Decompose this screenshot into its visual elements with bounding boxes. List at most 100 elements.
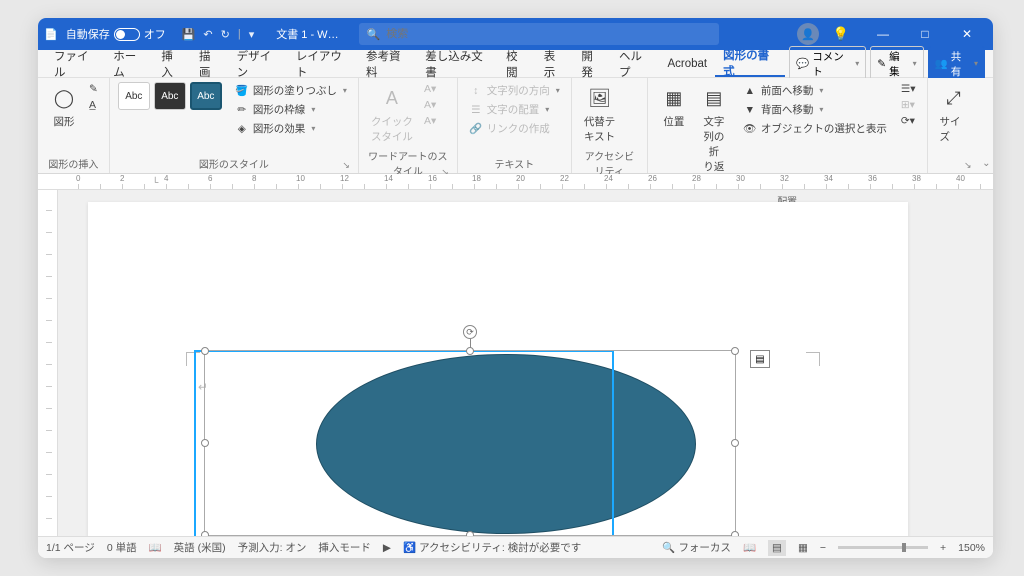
language-status[interactable]: 英語 (米国) xyxy=(174,540,226,555)
tab-acrobat[interactable]: Acrobat xyxy=(659,50,715,77)
document-area: ↵ ⟳ ▤ xyxy=(38,190,993,536)
rotate-handle[interactable]: ⟳ xyxy=(463,325,477,339)
autosave-label: 自動保存 xyxy=(66,26,110,42)
tab-shape-format[interactable]: 図形の書式 xyxy=(715,50,785,77)
tab-references[interactable]: 参考資料 xyxy=(358,50,417,77)
resize-handle-s[interactable] xyxy=(466,531,474,536)
comments-button[interactable]: 💬 コメント▾ xyxy=(789,46,866,82)
align-text-button: ☰文字の配置▾ xyxy=(466,101,563,118)
word-count[interactable]: 0 単語 xyxy=(107,540,137,555)
shape-effects-button[interactable]: ◈図形の効果▾ xyxy=(232,120,350,137)
print-layout-icon[interactable]: ▤ xyxy=(768,540,786,556)
resize-handle-ne[interactable] xyxy=(731,347,739,355)
qat-more-icon[interactable]: ▾ xyxy=(249,28,255,41)
spellcheck-icon[interactable]: 📖 xyxy=(149,541,162,554)
zoom-slider[interactable] xyxy=(838,546,928,549)
predictive-input[interactable]: 予測入力: オン xyxy=(238,540,307,555)
tab-layout[interactable]: レイアウト xyxy=(288,50,358,77)
margin-corner-tl xyxy=(186,352,200,366)
group-label: 図形の挿入 xyxy=(48,160,98,171)
accessibility-status[interactable]: ♿ アクセシビリティ: 検討が必要です xyxy=(403,540,581,555)
search-box[interactable]: 🔍 xyxy=(359,23,719,45)
user-avatar[interactable]: 👤 xyxy=(797,23,819,45)
dialog-launcher-icon[interactable]: ↘ xyxy=(342,160,350,171)
selection-pane-button[interactable]: 👁オブジェクトの選択と表示 xyxy=(740,120,890,137)
tab-home[interactable]: ホーム xyxy=(105,50,153,77)
resize-handle-e[interactable] xyxy=(731,439,739,447)
rotate-button[interactable]: ⟳▾ xyxy=(898,114,919,128)
tab-file[interactable]: ファイル xyxy=(46,50,105,77)
group-shape-styles: Abc Abc Abc 🪣図形の塗りつぶし▾ ✏図形の枠線▾ ◈図形の効果▾ 図… xyxy=(110,78,359,173)
zoom-in-button[interactable]: + xyxy=(940,542,946,554)
share-button[interactable]: 👥 共有▾ xyxy=(928,46,985,82)
tab-insert[interactable]: 挿入 xyxy=(153,50,191,77)
resize-handle-sw[interactable] xyxy=(201,531,209,536)
layout-options-button[interactable]: ▤ xyxy=(750,350,770,368)
resize-handle-w[interactable] xyxy=(201,439,209,447)
insert-mode[interactable]: 挿入モード xyxy=(318,540,371,555)
page-count[interactable]: 1/1 ページ xyxy=(46,540,95,555)
read-mode-icon[interactable]: 📖 xyxy=(743,541,756,554)
editing-button[interactable]: ✎ 編集▾ xyxy=(870,46,923,82)
qat-divider: | xyxy=(238,28,241,40)
redo-icon[interactable]: ↻ xyxy=(221,28,230,41)
resize-handle-n[interactable] xyxy=(466,347,474,355)
tab-draw[interactable]: 描画 xyxy=(191,50,229,77)
style-preset-2[interactable]: Abc xyxy=(154,82,186,110)
shapes-icon: ◯ xyxy=(50,84,78,112)
text-direction-button: ↕文字列の方向▾ xyxy=(466,82,563,99)
front-icon: ▲ xyxy=(743,84,757,98)
vertical-ruler[interactable] xyxy=(38,190,58,536)
shape-outline-button[interactable]: ✏図形の枠線▾ xyxy=(232,101,350,118)
group-label: 図形のスタイル xyxy=(199,160,269,171)
position-button[interactable]: ▦位置 xyxy=(656,82,692,131)
tab-mailings[interactable]: 差し込み文書 xyxy=(417,50,498,77)
web-layout-icon[interactable]: ▦ xyxy=(798,542,808,554)
collapse-ribbon-icon[interactable]: ⌄ xyxy=(982,158,990,169)
tab-design[interactable]: デザイン xyxy=(229,50,288,77)
margin-corner-tr xyxy=(806,352,820,366)
word-icon: 📄 xyxy=(44,28,58,41)
group-wordart: A クイック スタイル A▾ A▾ A▾ ワードアートのスタイル↘ xyxy=(359,78,458,173)
group-insert-shapes: ◯ 図形 ✎ A̲ 図形の挿入 xyxy=(38,78,110,173)
toggle-icon xyxy=(114,28,140,41)
undo-icon[interactable]: ↶ xyxy=(203,28,212,41)
zoom-out-button[interactable]: − xyxy=(820,542,826,554)
status-bar: 1/1 ページ 0 単語 📖 英語 (米国) 予測入力: オン 挿入モード ▶ … xyxy=(38,536,993,558)
tab-help[interactable]: ヘルプ xyxy=(611,50,659,77)
tab-developer[interactable]: 開発 xyxy=(573,50,611,77)
group-button: ⊞▾ xyxy=(898,98,919,112)
bring-forward-button[interactable]: ▲前面へ移動▾ xyxy=(740,82,890,99)
send-backward-button[interactable]: ▼背面へ移動▾ xyxy=(740,101,890,118)
dialog-launcher-icon[interactable]: ↘ xyxy=(964,160,972,171)
zoom-level[interactable]: 150% xyxy=(958,542,985,554)
style-preset-1[interactable]: Abc xyxy=(118,82,150,110)
macro-icon[interactable]: ▶ xyxy=(383,542,391,554)
page[interactable]: ↵ ⟳ ▤ xyxy=(88,202,908,536)
quick-styles-button: A クイック スタイル xyxy=(367,82,417,146)
text-box-icon[interactable]: A̲ xyxy=(86,98,101,112)
align-button[interactable]: ☰▾ xyxy=(898,82,919,96)
size-icon: ⤢ xyxy=(940,84,968,112)
shape-fill-button[interactable]: 🪣図形の塗りつぶし▾ xyxy=(232,82,350,99)
tab-review[interactable]: 校閲 xyxy=(498,50,536,77)
shapes-button[interactable]: ◯ 図形 xyxy=(46,82,82,131)
create-link-button: 🔗リンクの作成 xyxy=(466,120,563,137)
autosave-toggle[interactable]: 自動保存 オフ xyxy=(66,26,166,42)
selection-bounding-box[interactable]: ⟳ xyxy=(204,350,736,536)
edit-shape-icon[interactable]: ✎ xyxy=(86,82,101,96)
alt-text-button[interactable]: 🖼 代替テ キスト xyxy=(580,82,620,146)
resize-handle-nw[interactable] xyxy=(201,347,209,355)
resize-handle-se[interactable] xyxy=(731,531,739,536)
horizontal-ruler[interactable]: └ xyxy=(38,174,993,190)
save-icon[interactable]: 💾 xyxy=(182,28,196,41)
focus-mode[interactable]: 🔍 フォーカス xyxy=(662,540,731,555)
tab-view[interactable]: 表示 xyxy=(536,50,574,77)
search-input[interactable] xyxy=(386,28,710,40)
outline-icon: ✏ xyxy=(235,103,249,117)
size-button[interactable]: ⤢サイズ xyxy=(936,82,972,146)
style-preset-3[interactable]: Abc xyxy=(190,82,222,110)
word-window: 📄 自動保存 オフ 💾 ↶ ↻ | ▾ 文書 1 ‐ W… 🔍 👤 💡 — □ xyxy=(38,18,993,558)
quick-access-toolbar: 💾 ↶ ↻ | ▾ xyxy=(182,28,255,41)
group-accessibility: 🖼 代替テ キスト アクセシビリティ xyxy=(572,78,648,173)
